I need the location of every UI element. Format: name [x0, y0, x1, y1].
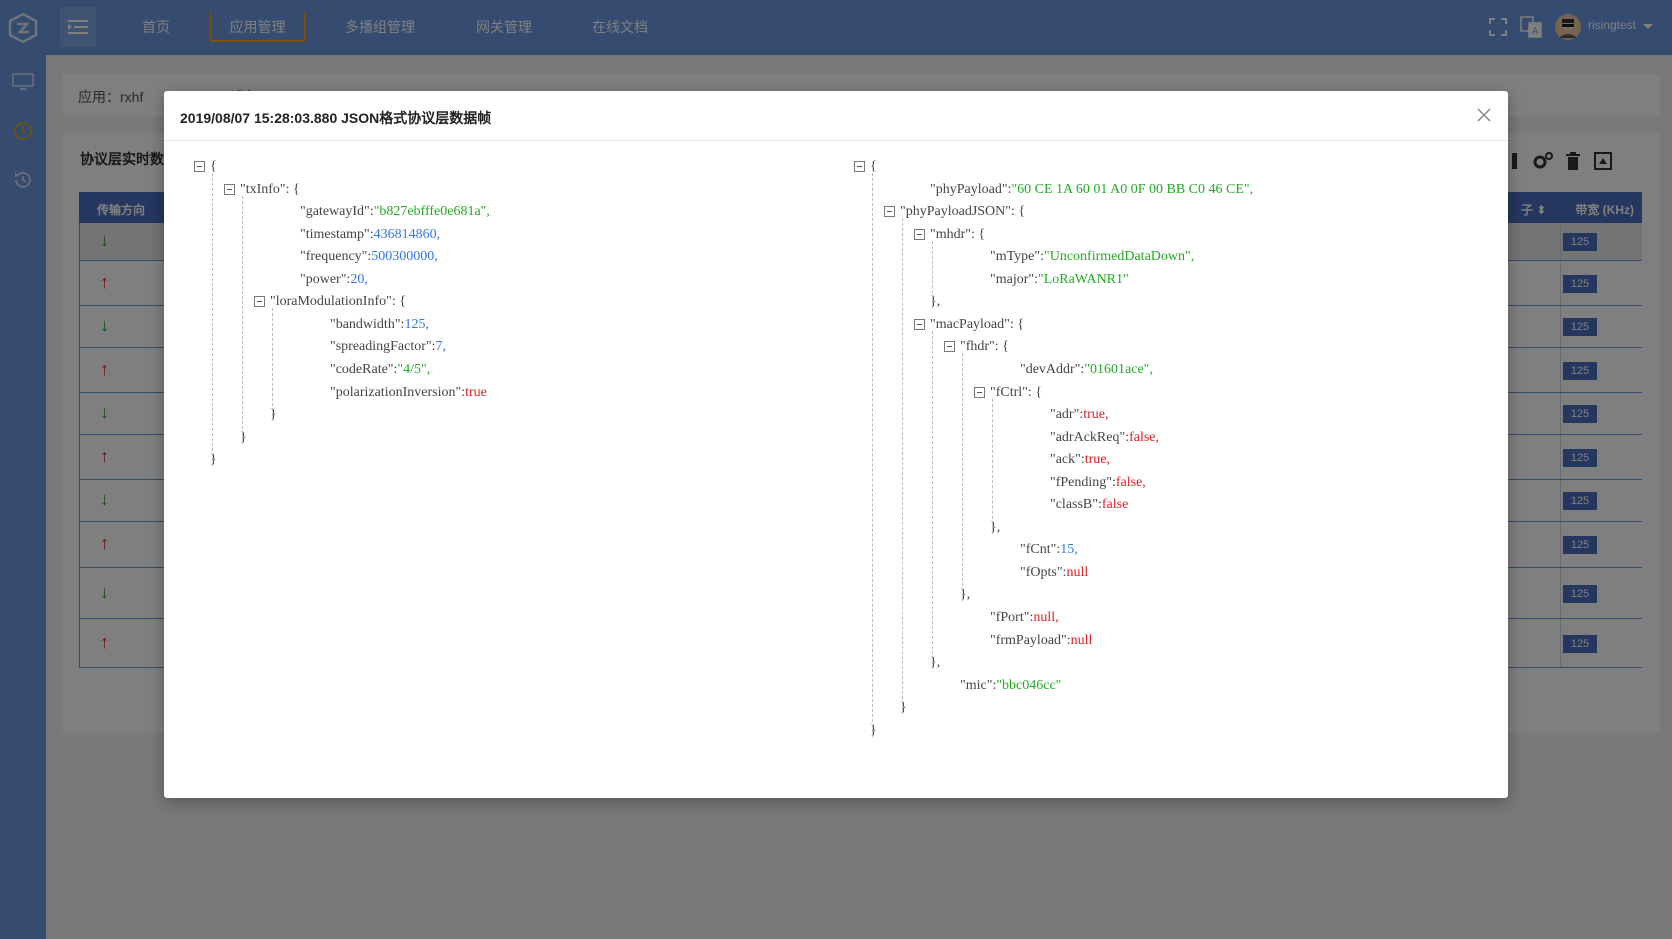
- json-value: 15,: [1060, 542, 1078, 558]
- json-value: true: [465, 384, 487, 400]
- dialog-title: 2019/08/07 15:28:03.880 JSON格式协议层数据帧: [180, 110, 492, 126]
- json-value: "bbc046cc": [996, 677, 1062, 693]
- json-value: 500300000,: [371, 249, 438, 265]
- json-key: "frequency": [300, 249, 368, 265]
- collapse-toggle-icon[interactable]: [974, 386, 985, 398]
- json-value: 20,: [350, 271, 368, 287]
- collapse-toggle-icon[interactable]: [854, 161, 865, 172]
- json-indent-guide: [962, 353, 963, 602]
- json-value: "60 CE 1A 60 01 A0 0F 00 BB C0 46 CE",: [1011, 181, 1254, 197]
- json-value: null,: [1033, 610, 1059, 625]
- json-key: "frmPayload": [990, 632, 1067, 648]
- json-key: "phyPayloadJSON": [900, 204, 1011, 220]
- dialog-header: 2019/08/07 15:28:03.880 JSON格式协议层数据帧: [164, 91, 1508, 141]
- json-key: "adrAckReq": [1050, 429, 1126, 445]
- json-key: "txInfo": [240, 181, 286, 197]
- json-value: "01601ace",: [1084, 361, 1153, 377]
- json-indent-guide: [272, 308, 273, 422]
- json-key: "classB": [1050, 497, 1098, 513]
- json-value: false: [1101, 497, 1129, 513]
- json-key: "power": [300, 271, 347, 287]
- json-value: 7,: [435, 339, 447, 355]
- json-key: "phyPayload": [930, 181, 1008, 197]
- close-icon[interactable]: [1474, 105, 1494, 125]
- json-value: 125,: [404, 316, 429, 332]
- json-tree-right: {"phyPayload":"60 CE 1A 60 01 A0 0F 00 B…: [854, 155, 1494, 775]
- json-value: false,: [1129, 429, 1160, 445]
- collapse-toggle-icon[interactable]: [944, 341, 955, 353]
- json-key: "codeRate": [330, 361, 394, 377]
- json-tree-left: {"txInfo": {"gatewayId":"b827ebfffe0e681…: [194, 155, 794, 775]
- json-value: 436814860,: [373, 226, 441, 242]
- json-key: "mic": [960, 677, 993, 693]
- json-indent-guide: [932, 330, 933, 670]
- json-key: "mhdr": [930, 226, 971, 242]
- json-key: "polarizationInversion": [330, 384, 462, 400]
- json-value: "UnconfirmedDataDown",: [1044, 249, 1195, 265]
- json-key: "gatewayId": [300, 204, 370, 220]
- json-key: "fOpts": [1020, 564, 1063, 580]
- collapse-toggle-icon[interactable]: [224, 183, 235, 195]
- json-value: false,: [1115, 474, 1146, 490]
- json-key: "fCnt": [1020, 542, 1057, 558]
- json-frame-dialog: 2019/08/07 15:28:03.880 JSON格式协议层数据帧 {"t…: [164, 91, 1508, 798]
- json-indent-guide: [242, 195, 243, 444]
- json-indent-guide: [992, 398, 993, 534]
- json-key: "macPayload": [930, 316, 1010, 332]
- json-key: "adr": [1050, 407, 1080, 423]
- json-indent-guide: [212, 173, 213, 467]
- json-value: "4/5",: [397, 361, 431, 377]
- json-key: "fPort": [990, 610, 1030, 625]
- json-key: "fhdr": [960, 339, 995, 355]
- json-key: "timestamp": [300, 226, 370, 242]
- json-indent-guide: [932, 240, 933, 309]
- json-key: "mType": [990, 249, 1041, 265]
- json-value: true,: [1084, 452, 1111, 468]
- json-value: true,: [1083, 407, 1109, 423]
- json-indent-guide: [902, 218, 903, 715]
- collapse-toggle-icon[interactable]: [254, 296, 265, 308]
- json-key: "loraModulationInfo": [270, 294, 392, 310]
- json-value: "b827ebfffe0e681a",: [373, 204, 490, 220]
- json-key: "major": [990, 271, 1035, 287]
- json-key: "spreadingFactor": [330, 339, 432, 355]
- json-value: null: [1070, 632, 1093, 648]
- json-value: "LoRaWANR1": [1037, 271, 1129, 287]
- json-indent-guide: [872, 173, 873, 737]
- json-key: "fPending": [1050, 474, 1112, 490]
- json-key: "bandwidth": [330, 316, 401, 332]
- json-value: null: [1066, 564, 1089, 580]
- collapse-toggle-icon[interactable]: [914, 228, 925, 240]
- json-key: "fCtrl": [990, 384, 1028, 400]
- json-key: "devAddr": [1020, 361, 1081, 377]
- collapse-toggle-icon[interactable]: [914, 318, 925, 330]
- collapse-toggle-icon[interactable]: [194, 161, 205, 172]
- collapse-toggle-icon[interactable]: [884, 206, 895, 218]
- json-key: "ack": [1050, 452, 1081, 468]
